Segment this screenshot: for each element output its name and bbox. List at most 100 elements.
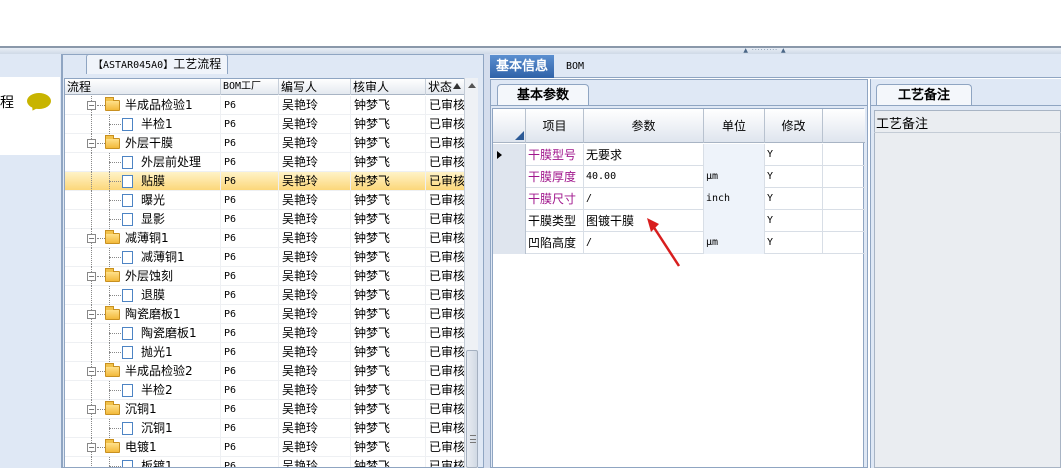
column-header-item[interactable]: 项目 xyxy=(526,109,584,143)
table-row[interactable]: 半检1 P6 吴艳玲 钟梦飞 已审核 xyxy=(65,115,465,134)
table-row[interactable]: − 陶瓷磨板1 P6 吴艳玲 钟梦飞 已审核 xyxy=(65,305,465,324)
tree-cell[interactable]: 退膜 xyxy=(65,286,221,305)
param-value-cell[interactable]: 40.00 xyxy=(584,166,704,188)
table-row[interactable]: − 外层蚀刻 P6 吴艳玲 钟梦飞 已审核 xyxy=(65,267,465,286)
table-row[interactable]: 显影 P6 吴艳玲 钟梦飞 已审核 xyxy=(65,210,465,229)
tree-cell[interactable]: − 外层蚀刻 xyxy=(65,267,221,286)
row-header[interactable] xyxy=(493,188,526,210)
bom-factory-cell: P6 xyxy=(221,267,279,286)
column-header-unit[interactable]: 单位 xyxy=(704,109,765,143)
collapse-icon[interactable]: − xyxy=(87,101,96,110)
collapse-icon[interactable]: − xyxy=(87,405,96,414)
tree-cell[interactable]: 曝光 xyxy=(65,191,221,210)
tree-cell[interactable]: − 陶瓷磨板1 xyxy=(65,305,221,324)
status-cell: 已审核 xyxy=(426,400,465,419)
chat-bubble-icon[interactable] xyxy=(27,93,51,109)
table-row[interactable]: − 外层干膜 P6 吴艳玲 钟梦飞 已审核 xyxy=(65,134,465,153)
tree-cell[interactable]: 板镀1 xyxy=(65,457,221,467)
param-value-cell[interactable]: / xyxy=(584,188,704,210)
table-row[interactable]: 曝光 P6 吴艳玲 钟梦飞 已审核 xyxy=(65,191,465,210)
param-row[interactable]: 干膜型号 无要求 Y xyxy=(493,144,865,166)
table-row[interactable]: 沉铜1 P6 吴艳玲 钟梦飞 已审核 xyxy=(65,419,465,438)
remarks-body[interactable] xyxy=(874,110,1061,468)
tab-bom[interactable]: BOM xyxy=(560,55,590,78)
tree-cell[interactable]: 半检2 xyxy=(65,381,221,400)
column-header-bom-factory[interactable]: BOM工厂 xyxy=(221,79,279,95)
tree-cell[interactable]: − 减薄铜1 xyxy=(65,229,221,248)
param-item-cell: 凹陷高度 xyxy=(526,232,584,254)
bom-factory-cell: P6 xyxy=(221,362,279,381)
row-header[interactable] xyxy=(493,144,526,166)
tree-cell[interactable]: 陶瓷磨板1 xyxy=(65,324,221,343)
params-grid[interactable]: 项目 参数 单位 修改 干膜型号 无要求 Y 干膜厚度 40.00 μm Y 干膜尺寸 / inc… xyxy=(492,108,865,468)
collapse-icon[interactable]: − xyxy=(87,310,96,319)
tree-line xyxy=(91,248,92,267)
column-header-modify[interactable]: 修改 xyxy=(765,109,823,143)
table-row[interactable]: 半检2 P6 吴艳玲 钟梦飞 已审核 xyxy=(65,381,465,400)
param-value-cell[interactable]: 无要求 xyxy=(584,144,704,166)
status-cell: 已审核 xyxy=(426,229,465,248)
reviewer-cell: 钟梦飞 xyxy=(351,210,426,229)
writer-cell: 吴艳玲 xyxy=(279,305,351,324)
process-vertical-scrollbar[interactable] xyxy=(464,78,478,468)
row-header[interactable] xyxy=(493,166,526,188)
table-row[interactable]: − 电镀1 P6 吴艳玲 钟梦飞 已审核 xyxy=(65,438,465,457)
status-cell: 已审核 xyxy=(426,381,465,400)
tree-cell[interactable]: − 电镀1 xyxy=(65,438,221,457)
process-tree-grid[interactable]: 流程 BOM工厂 编写人 核审人 状态 − 半成品检验1 P6 吴艳玲 钟梦飞 已审核 半检… xyxy=(64,78,478,468)
table-row[interactable]: − 半成品检验1 P6 吴艳玲 钟梦飞 已审核 xyxy=(65,96,465,115)
table-row[interactable]: − 减薄铜1 P6 吴艳玲 钟梦飞 已审核 xyxy=(65,229,465,248)
collapse-icon[interactable]: − xyxy=(87,272,96,281)
table-row[interactable]: − 沉铜1 P6 吴艳玲 钟梦飞 已审核 xyxy=(65,400,465,419)
tree-cell[interactable]: 外层前处理 xyxy=(65,153,221,172)
column-header-writer[interactable]: 编写人 xyxy=(279,79,351,95)
tree-cell[interactable]: 半检1 xyxy=(65,115,221,134)
tree-cell[interactable]: − 半成品检验1 xyxy=(65,96,221,115)
table-row[interactable]: − 半成品检验2 P6 吴艳玲 钟梦飞 已审核 xyxy=(65,362,465,381)
tree-cell[interactable]: − 半成品检验2 xyxy=(65,362,221,381)
param-row[interactable]: 干膜厚度 40.00 μm Y xyxy=(493,166,865,188)
scrollbar-thumb[interactable] xyxy=(466,350,478,468)
tab-basic-params[interactable]: 基本参数 xyxy=(497,84,589,106)
table-row[interactable]: 退膜 P6 吴艳玲 钟梦飞 已审核 xyxy=(65,286,465,305)
tree-cell[interactable]: 抛光1 xyxy=(65,343,221,362)
param-value-cell[interactable]: 图镀干膜 xyxy=(584,210,704,232)
tree-cell[interactable]: − 外层干膜 xyxy=(65,134,221,153)
tree-cell[interactable]: 减薄铜1 xyxy=(65,248,221,267)
tree-line xyxy=(109,162,121,163)
table-row[interactable]: 陶瓷磨板1 P6 吴艳玲 钟梦飞 已审核 xyxy=(65,324,465,343)
collapse-icon[interactable]: − xyxy=(87,367,96,376)
param-unit-cell: μm xyxy=(704,166,765,188)
table-row[interactable]: 减薄铜1 P6 吴艳玲 钟梦飞 已审核 xyxy=(65,248,465,267)
table-row[interactable]: 抛光1 P6 吴艳玲 钟梦飞 已审核 xyxy=(65,343,465,362)
param-row[interactable]: 干膜尺寸 / inch Y xyxy=(493,188,865,210)
tree-cell[interactable]: − 沉铜1 xyxy=(65,400,221,419)
writer-cell: 吴艳玲 xyxy=(279,191,351,210)
table-row[interactable]: 外层前处理 P6 吴艳玲 钟梦飞 已审核 xyxy=(65,153,465,172)
row-header[interactable] xyxy=(493,210,526,232)
status-cell: 已审核 xyxy=(426,286,465,305)
tab-process-remarks[interactable]: 工艺备注 xyxy=(876,84,972,106)
tree-cell[interactable]: 显影 xyxy=(65,210,221,229)
collapse-icon[interactable]: − xyxy=(87,234,96,243)
tree-node-label: 半成品检验2 xyxy=(125,364,193,378)
column-header-value[interactable]: 参数 xyxy=(584,109,704,143)
reviewer-cell: 钟梦飞 xyxy=(351,457,426,467)
column-header-flow[interactable]: 流程 xyxy=(65,79,221,95)
table-row[interactable]: 板镀1 P6 吴艳玲 钟梦飞 已审核 xyxy=(65,457,465,467)
reviewer-cell: 钟梦飞 xyxy=(351,96,426,115)
param-value-cell[interactable]: / xyxy=(584,232,704,254)
param-item-cell: 干膜型号 xyxy=(526,144,584,166)
column-header-reviewer[interactable]: 核审人 xyxy=(351,79,426,95)
tree-cell[interactable]: 沉铜1 xyxy=(65,419,221,438)
tree-node-label: 陶瓷磨板1 xyxy=(125,307,181,321)
tree-cell[interactable]: 贴膜 xyxy=(65,172,221,191)
row-header[interactable] xyxy=(493,232,526,254)
collapse-icon[interactable]: − xyxy=(87,139,96,148)
collapse-icon[interactable]: − xyxy=(87,443,96,452)
table-row[interactable]: 贴膜 P6 吴艳玲 钟梦飞 已审核 xyxy=(65,172,465,191)
scroll-up-icon[interactable] xyxy=(468,83,476,88)
tab-basic-info[interactable]: 基本信息 xyxy=(490,55,554,78)
status-cell: 已审核 xyxy=(426,153,465,172)
tree-node-label: 半检2 xyxy=(141,383,173,397)
